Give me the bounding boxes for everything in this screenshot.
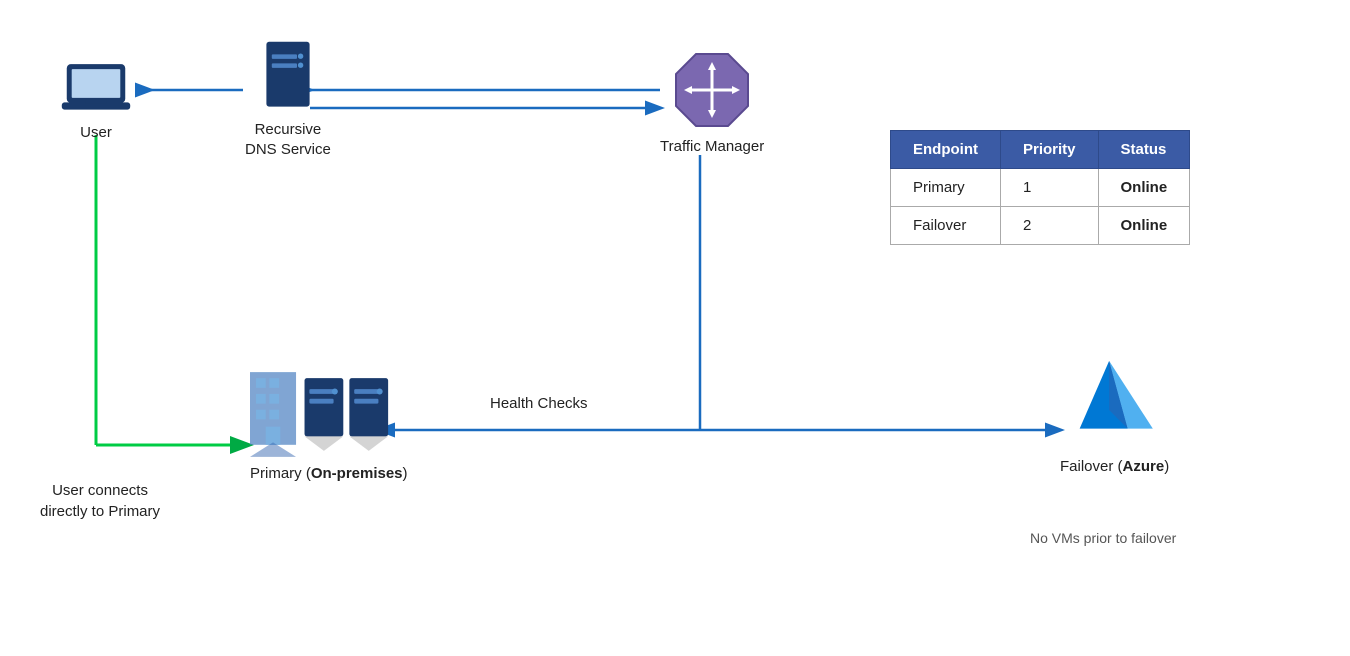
- primary-label: Primary (On-premises): [250, 465, 408, 482]
- laptop-icon: [60, 60, 132, 116]
- endpoint-primary: Primary: [891, 169, 1001, 207]
- status-online-1: Online: [1098, 169, 1190, 207]
- primary-icon-box: Primary (On-premises): [250, 360, 408, 482]
- tm-label: Traffic Manager: [660, 138, 764, 155]
- azure-icon: [1060, 350, 1169, 448]
- primary-bold-label: On-premises: [311, 465, 403, 482]
- priority-2: 2: [1000, 207, 1098, 245]
- failover-icon-box: Failover (Azure): [1060, 350, 1169, 479]
- table-header-priority: Priority: [1000, 131, 1098, 169]
- server-icon: [260, 40, 316, 112]
- failover-label: Failover (Azure): [1060, 456, 1169, 479]
- dns-label: Recursive DNS Service: [245, 120, 331, 159]
- endpoint-failover: Failover: [891, 207, 1001, 245]
- table-row-primary: Primary 1 Online: [891, 169, 1190, 207]
- table-header-status: Status: [1098, 131, 1190, 169]
- user-connects-label: User connects directly to Primary: [40, 480, 160, 522]
- primary-servers-icon: [250, 360, 408, 457]
- table-header-endpoint: Endpoint: [891, 131, 1001, 169]
- status-online-2: Online: [1098, 207, 1190, 245]
- diagram-container: User Recursive DNS Service: [0, 0, 1350, 656]
- user-icon-box: User: [60, 60, 132, 141]
- traffic-manager-icon: [672, 50, 752, 130]
- no-vms-label: No VMs prior to failover: [1030, 530, 1176, 546]
- dns-icon-box: Recursive DNS Service: [245, 40, 331, 159]
- user-label: User: [80, 124, 112, 141]
- priority-table: Endpoint Priority Status Primary 1 Onlin…: [890, 130, 1190, 245]
- priority-1: 1: [1000, 169, 1098, 207]
- failover-bold-label: Azure: [1123, 458, 1165, 475]
- table-row-failover: Failover 2 Online: [891, 207, 1190, 245]
- health-checks-label: Health Checks: [490, 395, 588, 412]
- traffic-manager-icon-box: Traffic Manager: [660, 50, 764, 155]
